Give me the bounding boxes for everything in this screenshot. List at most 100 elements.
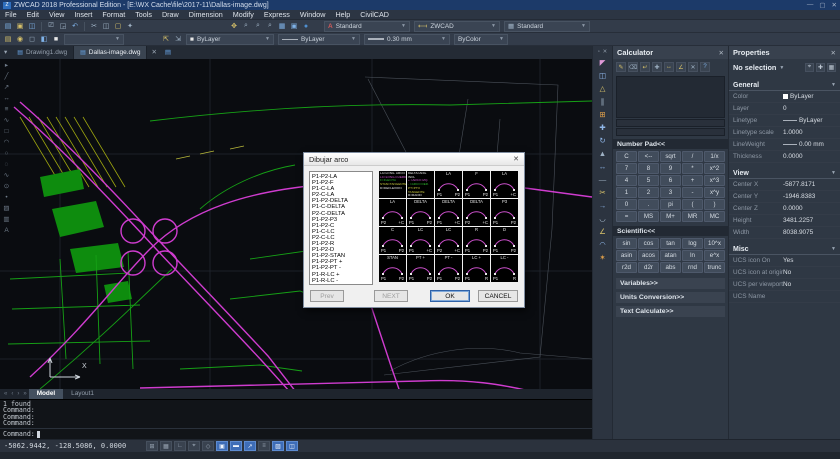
intersection-icon[interactable]: ✕ xyxy=(688,62,698,72)
calc-key[interactable]: sqrt xyxy=(660,151,681,162)
point-icon[interactable]: • xyxy=(1,193,12,203)
lineweight-toggle[interactable]: ▬ xyxy=(230,441,242,451)
pickadd-toggle-icon[interactable]: ▦ xyxy=(827,63,836,72)
polar-toggle[interactable]: ⌖ xyxy=(188,441,200,451)
layer-states-icon[interactable]: ◉ xyxy=(14,34,26,45)
calc-key[interactable]: 1 xyxy=(616,187,637,198)
calc-key[interactable]: x^2 xyxy=(704,163,725,174)
revcloud-icon[interactable]: ◌ xyxy=(1,160,12,170)
calc-key[interactable]: d2r xyxy=(638,262,659,273)
arc-thumbnail[interactable]: LC - P1 R xyxy=(491,255,518,282)
viewport-icon[interactable]: ▦ xyxy=(276,21,288,32)
section-general[interactable]: General ▼ xyxy=(729,80,840,91)
calc-key[interactable]: * xyxy=(682,163,703,174)
chevron-down-icon[interactable]: ▼ xyxy=(779,65,784,71)
line-icon[interactable]: ╱ xyxy=(1,72,12,82)
calc-key[interactable]: sin xyxy=(616,238,637,249)
calc-key[interactable]: = xyxy=(616,211,637,222)
ellipse-icon[interactable]: ⊙ xyxy=(1,182,12,192)
arc-method-list[interactable]: P1-P2-LA P1-P2-F P1-C-LA P2-C-LA P1-P2-DELTA… xyxy=(309,171,373,285)
calc-key[interactable]: trunc xyxy=(704,262,725,273)
modify-rotate-icon[interactable]: ↻ xyxy=(596,135,610,147)
paste-clip-icon[interactable]: ▢ xyxy=(112,21,124,32)
hatch-icon[interactable]: ▨ xyxy=(1,204,12,214)
calc-key[interactable]: ln xyxy=(682,250,703,261)
named-views-icon[interactable]: ▣ xyxy=(288,21,300,32)
menu-file[interactable]: File xyxy=(0,10,22,20)
calc-key[interactable]: 8 xyxy=(638,163,659,174)
dyn-input-toggle[interactable]: ↗ xyxy=(244,441,256,451)
selection-dropdown[interactable]: No selection xyxy=(733,63,776,72)
calc-key[interactable]: ) xyxy=(704,199,725,210)
calc-key[interactable]: - xyxy=(682,187,703,198)
docked-toolbar-close-icon[interactable]: ✕ xyxy=(603,49,608,55)
calc-key[interactable]: asin xyxy=(616,250,637,261)
arc-thumbnail[interactable]: DELTA P1 P2 xyxy=(407,199,434,226)
calc-key[interactable]: x^y xyxy=(704,187,725,198)
pan-icon[interactable]: ✥ xyxy=(228,21,240,32)
arc-thumbnail[interactable]: LC P1 +C xyxy=(407,227,434,254)
menu-view[interactable]: View xyxy=(44,10,69,20)
calc-key[interactable]: 1/x xyxy=(704,151,725,162)
calc-key[interactable]: 4 xyxy=(616,175,637,186)
new-file-icon[interactable]: ▤ xyxy=(2,21,14,32)
numberpad-section-header[interactable]: Number Pad<< xyxy=(613,139,728,149)
text-style-dropdown[interactable]: A Standard ▼ xyxy=(324,20,410,32)
lineweight-control-dropdown[interactable]: 0.30 mm ▼ xyxy=(364,33,450,45)
layer-lock-icon[interactable]: ◧ xyxy=(38,34,50,45)
copy-clip-icon[interactable]: ◫ xyxy=(100,21,112,32)
match-properties-icon[interactable]: ✦ xyxy=(124,21,136,32)
close-button[interactable]: ✕ xyxy=(832,1,837,9)
modify-lengthen-icon[interactable]: — xyxy=(596,174,610,186)
dim-style-dropdown[interactable]: ⟻ ZWCAD ▼ xyxy=(414,20,500,32)
spline-icon[interactable]: ∿ xyxy=(1,171,12,181)
dialog-close-icon[interactable]: ✕ xyxy=(513,155,519,163)
close-tab-icon[interactable]: ✕ xyxy=(147,46,160,59)
tab-layout1[interactable]: Layout1 xyxy=(63,389,102,399)
modify-offset-icon[interactable]: ∥ xyxy=(596,96,610,108)
quick-select-icon[interactable]: ⌖ xyxy=(805,63,814,72)
ok-button[interactable]: OK xyxy=(430,290,470,302)
tab-list-icon[interactable]: ▾ xyxy=(0,46,11,59)
preview-icon[interactable]: ◲ xyxy=(57,21,69,32)
menu-help[interactable]: Help xyxy=(330,10,355,20)
menu-civilcad[interactable]: CivilCAD xyxy=(355,10,394,20)
modify-break-icon[interactable]: ◡ xyxy=(596,213,610,225)
modify-chamfer-icon[interactable]: ∠ xyxy=(596,226,610,238)
backspace-icon[interactable]: ⌫ xyxy=(628,62,638,72)
section-misc[interactable]: Misc ▼ xyxy=(729,244,840,255)
plotstyle-control-dropdown[interactable]: ByColor ▼ xyxy=(454,33,508,45)
calc-key[interactable]: MS xyxy=(638,211,659,222)
maximize-button[interactable]: ▢ xyxy=(819,1,825,9)
modify-stretch-icon[interactable]: ↔ xyxy=(596,161,610,173)
transparency-toggle[interactable]: ≡ xyxy=(258,441,270,451)
layer-manager-icon[interactable]: ▤ xyxy=(2,34,14,45)
modify-scale-icon[interactable]: ▲ xyxy=(596,148,610,160)
select-icon[interactable]: ▸ xyxy=(1,61,12,71)
zoom-previous-icon[interactable]: ⌕ xyxy=(264,21,276,32)
modify-extend-icon[interactable]: → xyxy=(596,200,610,212)
calc-section-textcalculate[interactable]: Text Calculate>> xyxy=(616,306,725,317)
annotation-toggle[interactable]: ◫ xyxy=(286,441,298,451)
zoom-window-icon[interactable]: ⌕ xyxy=(252,21,264,32)
calc-section-unitsconversion[interactable]: Units Conversion>> xyxy=(616,292,725,303)
calc-key[interactable]: acos xyxy=(638,250,659,261)
arc-thumbnail[interactable]: LA P2 +C xyxy=(379,199,406,226)
calc-key[interactable]: 6 xyxy=(660,175,681,186)
save-file-icon[interactable]: ◫ xyxy=(26,21,38,32)
menu-format[interactable]: Format xyxy=(97,10,130,20)
layer-color-icon[interactable]: ■ xyxy=(50,34,62,45)
open-file-icon[interactable]: ▣ xyxy=(14,21,26,32)
layout-nav-icon[interactable]: » xyxy=(21,391,28,397)
modify-copy-icon[interactable]: ◫ xyxy=(596,70,610,82)
text-icon[interactable]: A xyxy=(1,226,12,236)
menu-dimension[interactable]: Dimension xyxy=(184,10,228,20)
xline-icon[interactable]: ↔ xyxy=(1,94,12,104)
make-layer-current-icon[interactable]: ⇱ xyxy=(160,34,172,45)
arc-thumbnail[interactable]: DELTA=ANG. INCL + =ARCO IZQ. - =ARCO DER. P… xyxy=(407,171,434,198)
esnap-toggle[interactable]: ◇ xyxy=(202,441,214,451)
calc-section-variables[interactable]: Variables>> xyxy=(616,278,725,289)
arc-method-item[interactable]: P1-R-LC - xyxy=(312,278,372,284)
doc-tab-dallas-image.dwg[interactable]: ▤ Dallas-image.dwg xyxy=(74,46,148,59)
calc-key[interactable]: r2d xyxy=(616,262,637,273)
